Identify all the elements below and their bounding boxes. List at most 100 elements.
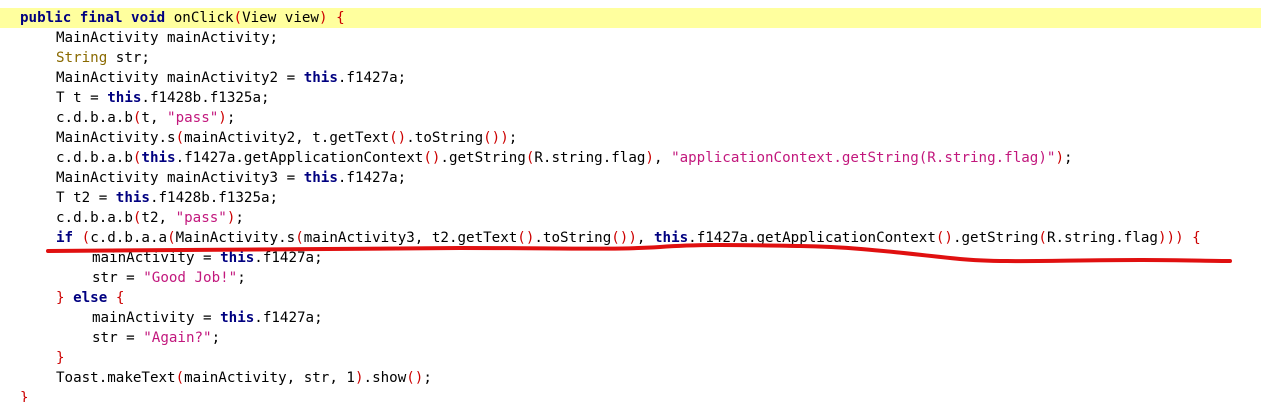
code-token: mainActivity3, t2.getText (303, 230, 518, 246)
code-token: ) (645, 150, 654, 166)
code-token: mainActivity, str, 1 (184, 370, 355, 386)
code-token: View view (242, 10, 319, 26)
code-line: c.d.b.a.b(this.f1427a.getApplicationCont… (0, 148, 1261, 168)
code-token: } (56, 290, 65, 306)
code-token: .getString (440, 150, 526, 166)
code-token: { (1192, 230, 1201, 246)
code-editor: public final void onClick(View view) {Ma… (0, 0, 1261, 402)
code-line: c.d.b.a.b(t, "pass"); (0, 108, 1261, 128)
code-token: this (115, 190, 150, 206)
code-token: } (56, 350, 65, 366)
code-token: ; (235, 210, 244, 226)
code-token: () (517, 230, 535, 246)
code-token: MainActivity mainActivity3 = (56, 170, 304, 186)
code-token: .toString (534, 230, 612, 246)
code-token: c.d.b.a.b (56, 150, 133, 166)
code-token: } (20, 390, 29, 402)
code-token: , (636, 230, 654, 246)
code-token: R.string.flag (1046, 230, 1158, 246)
code-token: .f1428b.f1325a; (149, 190, 279, 206)
code-token: mainActivity = (92, 310, 221, 326)
code-token: this (141, 150, 176, 166)
code-line: } (0, 388, 1261, 402)
code-token: MainActivity mainActivity; (56, 30, 279, 46)
code-token: ( (175, 370, 185, 386)
code-token: () (406, 370, 424, 386)
code-token: ( (233, 10, 243, 26)
code-token: str = (92, 270, 144, 286)
code-token: ) (1175, 230, 1184, 246)
code-token: ) (354, 370, 364, 386)
code-line: MainActivity mainActivity; (0, 28, 1261, 48)
code-token: .f1427a; (337, 170, 407, 186)
code-token: MainActivity.s (175, 230, 296, 246)
code-token: .toString (406, 130, 484, 146)
code-token: if (56, 230, 74, 246)
code-token: () (423, 150, 441, 166)
code-token: onClick (173, 10, 234, 26)
code-token: ( (175, 130, 185, 146)
code-token: c.d.b.a.b (56, 210, 133, 226)
code-token: .f1427a; (254, 250, 323, 266)
code-token: ; (1063, 150, 1073, 166)
code-token: ; (237, 270, 246, 286)
code-token: .f1428b.f1325a; (141, 90, 270, 106)
code-token: .f1427a; (337, 70, 407, 86)
code-token: "pass" (175, 210, 227, 226)
code-line: } (0, 348, 1261, 368)
code-token: ; (211, 330, 221, 346)
code-token: T t = (56, 90, 108, 106)
code-line: c.d.b.a.b(t2, "pass"); (0, 208, 1261, 228)
code-token: { (336, 10, 345, 26)
code-token: ; (508, 130, 518, 146)
code-token: "pass" (167, 110, 219, 126)
code-line: str = "Again?"; (0, 328, 1261, 348)
code-token: .show (363, 370, 407, 386)
code-token: str; (107, 50, 150, 66)
code-token: ; (226, 110, 236, 126)
code-token: ) (1055, 150, 1064, 166)
code-token: .getString (952, 230, 1039, 246)
code-token: MainActivity mainActivity2 = (56, 70, 304, 86)
code-token: "Good Job!" (143, 270, 238, 286)
code-token: () (389, 130, 407, 146)
code-token: ()) (611, 230, 637, 246)
code-token: ) (318, 10, 328, 26)
code-token: ( (295, 230, 304, 246)
code-token: T t2 = (56, 190, 116, 206)
code-line: T t2 = this.f1428b.f1325a; (0, 188, 1261, 208)
code-line: public final void onClick(View view) { (0, 8, 1261, 28)
code-token: , (653, 150, 672, 166)
code-token: .f1427a.getApplicationContext (175, 150, 424, 166)
code-token: str = (92, 330, 144, 346)
code-line: String str; (0, 48, 1261, 68)
code-line: mainActivity = this.f1427a; (0, 308, 1261, 328)
code-token: ; (423, 370, 432, 386)
code-token: c.d.b.a.b (56, 110, 133, 126)
code-token: public final void (20, 10, 174, 26)
code-token: t2, (141, 210, 176, 226)
code-line: T t = this.f1428b.f1325a; (0, 88, 1261, 108)
code-token: t, (141, 110, 168, 126)
code-line: } else { (0, 288, 1261, 308)
code-token: this (107, 90, 142, 106)
code-token: String (56, 50, 108, 66)
code-line: MainActivity.s(mainActivity2, t.getText(… (0, 128, 1261, 148)
code-token: else (73, 290, 108, 306)
code-token: this (303, 70, 338, 86)
code-token: mainActivity2, t.getText (184, 130, 390, 146)
code-line: if (c.d.b.a.a(MainActivity.s(mainActivit… (0, 228, 1261, 248)
code-token: "applicationContext.getString(R.string.f… (671, 150, 1056, 166)
code-token: c.d.b.a.a (90, 230, 168, 246)
code-token: this (220, 310, 255, 326)
code-token: ( (167, 230, 176, 246)
code-token: mainActivity = (92, 250, 221, 266)
code-token: ) (218, 110, 227, 126)
code-token: .f1427a.getApplicationContext (688, 230, 936, 246)
code-token: { (115, 290, 125, 306)
code-token: MainActivity.s (56, 130, 176, 146)
code-token: R.string.flag (534, 150, 646, 166)
